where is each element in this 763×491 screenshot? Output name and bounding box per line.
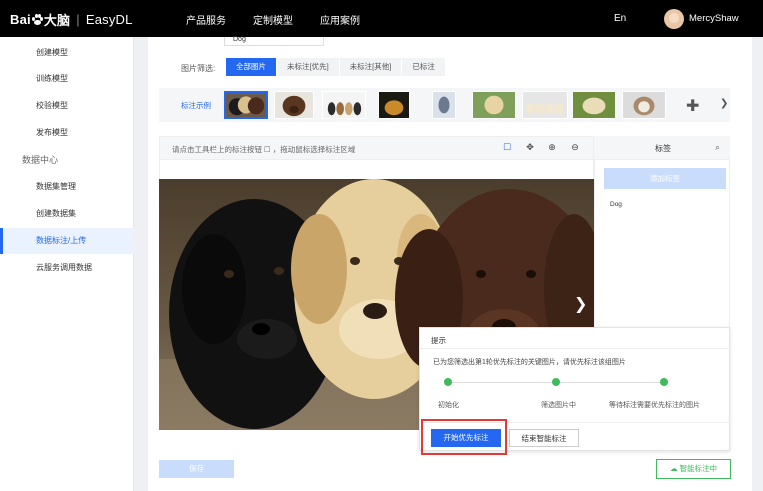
main-nav: 产品服务 定制模型 应用案例	[186, 12, 387, 27]
brand-cn: 大脑	[43, 12, 71, 28]
logo-divider: |	[76, 11, 80, 27]
dialog-message: 已为您筛选出第1轮优先标注的关键图片，请优先标注该组图片	[433, 359, 626, 366]
annotation-example-link[interactable]: 标注示例	[181, 100, 211, 111]
sidebar-item-data-annotation[interactable]: 数据标注/上传	[0, 228, 134, 254]
thumbnail-image[interactable]	[432, 91, 456, 119]
language-switch[interactable]: En	[614, 13, 626, 24]
thumbnail-image[interactable]	[224, 91, 268, 119]
smart-annotation-icon: ☁	[669, 464, 678, 473]
thumbnail-image[interactable]	[522, 91, 568, 119]
tab-unlabeled-other[interactable]: 未标注[其他]	[339, 58, 402, 76]
thumbnail-image[interactable]	[472, 91, 516, 119]
sidebar-item-publish-model[interactable]: 发布模型	[0, 120, 134, 146]
sidebar-item-train-model[interactable]: 训练模型	[0, 66, 134, 92]
step-label-init: 初始化	[438, 402, 459, 409]
highlight-box	[421, 419, 507, 455]
tab-all-images[interactable]: 全部图片	[226, 58, 276, 76]
product-name: EasyDL	[85, 11, 133, 27]
search-icon[interactable]: ⌕	[715, 142, 720, 153]
brand-prefix: Bai	[10, 11, 31, 27]
thumbnail-image[interactable]	[378, 91, 410, 119]
sidebar: 创建模型 训练模型 校验模型 发布模型 数据中心 数据集管理 创建数据集 数据标…	[0, 37, 134, 491]
sidebar-item-cloud-service-data[interactable]: 云服务调用数据	[0, 255, 134, 281]
sidebar-item-create-dataset[interactable]: 创建数据集	[0, 201, 134, 227]
thumbnail-image[interactable]	[572, 91, 616, 119]
sidebar-item-dataset-management[interactable]: 数据集管理	[0, 174, 134, 200]
zoom-in-icon[interactable]: ⊕	[547, 142, 557, 152]
add-image-icon[interactable]: ✚	[686, 96, 699, 116]
move-icon[interactable]: ✥	[525, 142, 535, 152]
username[interactable]: MercyShaw	[689, 13, 739, 24]
step-dot	[660, 378, 668, 386]
dataset-name-field[interactable]: Dog	[224, 36, 324, 46]
toolbar-hint-tail: ，拖动鼠标选择标注区域	[272, 145, 356, 154]
sidebar-group-data-center[interactable]: 数据中心	[0, 147, 134, 173]
nav-item-products[interactable]: 产品服务	[186, 12, 226, 27]
dialog-divider	[419, 348, 730, 349]
step-dot	[552, 378, 560, 386]
baidu-easydl-logo[interactable]: Bai 大脑 | EasyDL	[10, 10, 133, 28]
paw-icon	[31, 13, 43, 25]
tab-unlabeled-priority[interactable]: 未标注[优先]	[277, 58, 339, 76]
thumbnail-image[interactable]	[622, 91, 666, 119]
annotate-inline-icon: ☐	[264, 145, 271, 154]
dialog-title: 提示	[431, 336, 446, 345]
sidebar-item-validate-model[interactable]: 校验模型	[0, 93, 134, 119]
image-filter-tabs: 全部图片 未标注[优先] 未标注[其他] 已标注	[226, 58, 446, 76]
toolbar-hint: 请点击工具栏上的标注按钮 ☐ ，拖动鼠标选择标注区域	[172, 144, 355, 155]
tab-labeled[interactable]: 已标注	[402, 58, 445, 76]
step-label-waiting: 等待标注需要优先标注的图片	[609, 402, 700, 409]
next-image-chevron-icon[interactable]: ❯	[574, 294, 587, 314]
thumbnail-image[interactable]	[322, 91, 366, 119]
image-filter-label: 图片筛选:	[181, 64, 216, 73]
nav-item-custom-models[interactable]: 定制模型	[253, 12, 293, 27]
thumbnail-image[interactable]	[274, 91, 314, 119]
label-item[interactable]: Dog	[610, 201, 622, 208]
label-panel-title: 标签	[655, 144, 671, 153]
zoom-out-icon[interactable]: ⊖	[570, 142, 580, 152]
end-smart-annotation-button[interactable]: 结束智能标注	[509, 429, 579, 447]
save-button[interactable]: 保存	[159, 460, 234, 478]
sidebar-item-create-model[interactable]: 创建模型	[0, 40, 134, 66]
step-dot	[444, 378, 452, 386]
toolbar-hint-text: 请点击工具栏上的标注按钮	[172, 145, 262, 154]
add-label-button[interactable]: 添加标签	[604, 168, 726, 189]
step-label-filtering: 筛选图片中	[541, 402, 576, 409]
avatar[interactable]	[664, 9, 684, 29]
chevron-right-icon[interactable]: ❯	[720, 98, 728, 109]
smart-annotation-button[interactable]: ☁ 智能标注中	[656, 459, 731, 479]
top-navbar: Bai 大脑 | EasyDL 产品服务 定制模型 应用案例 En MercyS…	[0, 0, 763, 37]
smart-annotation-label: 智能标注中	[679, 464, 718, 473]
nav-item-cases[interactable]: 应用案例	[320, 12, 360, 27]
annotate-rectangle-icon[interactable]: ☐	[502, 142, 512, 152]
